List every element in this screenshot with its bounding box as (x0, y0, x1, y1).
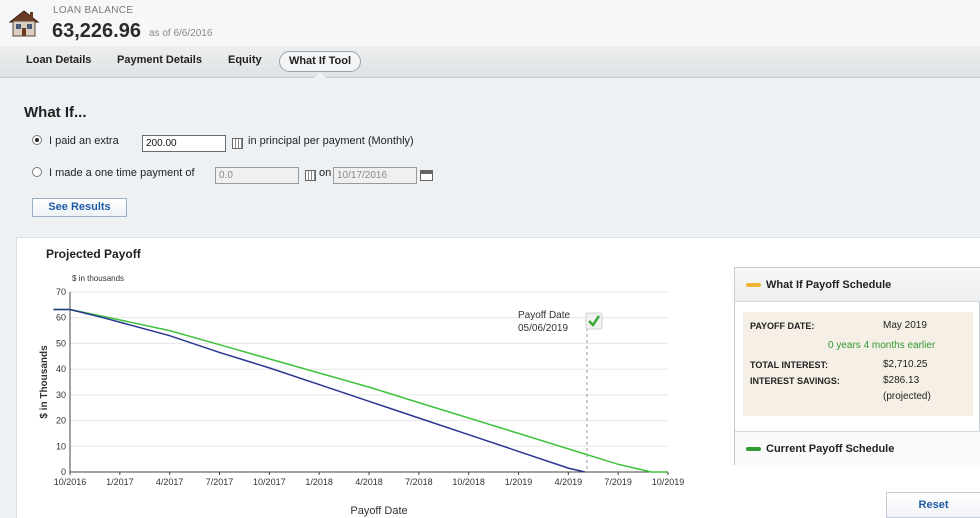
what-if-schedule-title: What If Payoff Schedule (766, 279, 892, 291)
x-tick-label: 10/2019 (652, 477, 685, 487)
what-if-schedule-header[interactable]: What If Payoff Schedule (735, 268, 980, 302)
x-tick-label: 4/2018 (355, 477, 383, 487)
what-if-legend-swatch (746, 283, 761, 287)
x-tick-label: 10/2018 (452, 477, 485, 487)
x-tick-label: 1/2019 (505, 477, 533, 487)
interest-savings-label: INTEREST SAVINGS: (750, 376, 840, 386)
payoff-date-label: Payoff Date (518, 310, 571, 321)
payoff-schedule-panel: What If Payoff Schedule PAYOFF DATE: May… (734, 267, 980, 465)
x-tick-label: 1/2017 (106, 477, 134, 487)
y-tick-label: 30 (56, 390, 66, 400)
y-tick-label: 60 (56, 313, 66, 323)
current-schedule-title: Current Payoff Schedule (766, 443, 895, 455)
x-tick-label: 1/2018 (305, 477, 333, 487)
time-saved-text: 0 years 4 months earlier (828, 340, 936, 351)
y-tick-label: 0 (61, 467, 66, 477)
current-legend-swatch (746, 447, 761, 451)
current-series-line (53, 308, 668, 473)
y-tick-label: 70 (56, 287, 66, 297)
x-tick-label: 7/2017 (206, 477, 234, 487)
projected-note: (projected) (883, 391, 931, 402)
what-if-series-line (53, 308, 586, 473)
x-tick-label: 7/2018 (405, 477, 433, 487)
y-axis-units: $ in thousands (72, 274, 124, 283)
payoff-date-value: 05/06/2019 (518, 323, 568, 334)
x-axis-title: Payoff Date (350, 505, 407, 517)
x-tick-label: 4/2017 (156, 477, 184, 487)
reset-button[interactable]: Reset (886, 492, 980, 518)
interest-savings-value: $286.13 (883, 375, 920, 386)
check-icon-bg (585, 312, 603, 330)
current-schedule-header[interactable]: Current Payoff Schedule (735, 431, 980, 465)
y-tick-label: 50 (56, 338, 66, 348)
x-tick-label: 10/2017 (253, 477, 286, 487)
payoff-date-value: May 2019 (883, 320, 927, 331)
x-tick-label: 7/2019 (604, 477, 632, 487)
y-tick-label: 10 (56, 441, 66, 451)
y-axis-title: $ in Thousands (39, 345, 50, 419)
payoff-date-label: PAYOFF DATE: (750, 321, 815, 331)
y-tick-label: 40 (56, 364, 66, 374)
y-tick-label: 20 (56, 416, 66, 426)
total-interest-value: $2,710.25 (883, 359, 928, 370)
total-interest-label: TOTAL INTEREST: (750, 360, 829, 370)
what-if-schedule-details: PAYOFF DATE: May 2019 0 years 4 months e… (743, 312, 973, 416)
x-tick-label: 10/2016 (54, 477, 87, 487)
x-tick-label: 4/2019 (555, 477, 583, 487)
